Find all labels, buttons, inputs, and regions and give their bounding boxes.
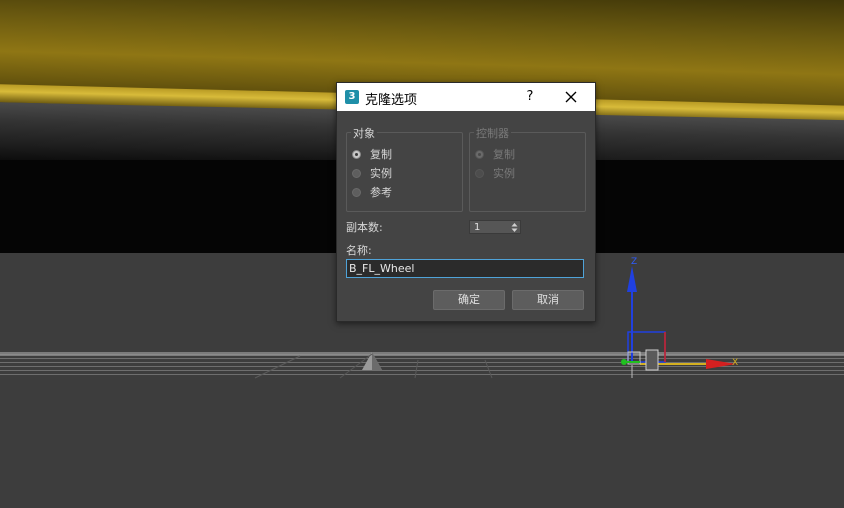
z-axis-arrow[interactable]: [627, 266, 637, 292]
name-input[interactable]: [346, 259, 584, 278]
spinner-arrows-icon[interactable]: [511, 222, 518, 233]
object-reference-option[interactable]: 参考: [352, 184, 392, 200]
grid-line: [339, 353, 373, 379]
radio-button[interactable]: [352, 168, 361, 178]
copies-value[interactable]: 1: [474, 221, 480, 234]
object-copy-option[interactable]: 复制: [352, 146, 392, 162]
z-axis-label: Z: [631, 257, 637, 267]
grid-line: [414, 359, 419, 379]
radio-label: 复制: [493, 148, 515, 161]
help-button[interactable]: ?: [521, 87, 539, 107]
radio-label: 复制: [370, 148, 392, 161]
controller-copy-option: 复制: [475, 146, 515, 162]
radio-button[interactable]: [352, 149, 361, 159]
controller-group: 控制器 复制 实例: [469, 125, 586, 212]
wheel-object-proxy: [645, 349, 659, 371]
cancel-button[interactable]: 取消: [512, 290, 584, 310]
x-axis-label: X: [732, 358, 738, 368]
radio-button: [475, 149, 484, 159]
ok-button[interactable]: 确定: [433, 290, 505, 310]
controller-group-legend: 控制器: [474, 125, 511, 141]
y-axis-arrow[interactable]: [621, 359, 627, 365]
controller-instance-option: 实例: [475, 165, 515, 181]
grid-line: [254, 355, 301, 379]
object-group: 对象 复制 实例 参考: [346, 125, 463, 212]
object-group-legend: 对象: [351, 125, 377, 141]
close-icon: [565, 91, 577, 103]
grid-line: [484, 359, 493, 379]
dialog-title: 克隆选项: [365, 93, 418, 108]
radio-label: 参考: [370, 186, 392, 199]
dialog-titlebar[interactable]: 3 克隆选项 ?: [337, 83, 595, 111]
name-label: 名称:: [346, 244, 372, 257]
radio-label: 实例: [370, 167, 392, 180]
radio-button[interactable]: [352, 187, 361, 197]
close-button[interactable]: [561, 87, 581, 107]
object-instance-option[interactable]: 实例: [352, 165, 392, 181]
clone-options-dialog: 3 克隆选项 ? 对象 复制 实例 参考 控制器 复制 实例 副本数: 1 名称…: [336, 82, 596, 322]
radio-button: [475, 168, 484, 178]
3ds-max-app-icon: 3: [345, 90, 359, 104]
copies-spinner[interactable]: 1: [469, 220, 521, 234]
radio-label: 实例: [493, 167, 515, 180]
copies-label: 副本数:: [346, 221, 383, 234]
